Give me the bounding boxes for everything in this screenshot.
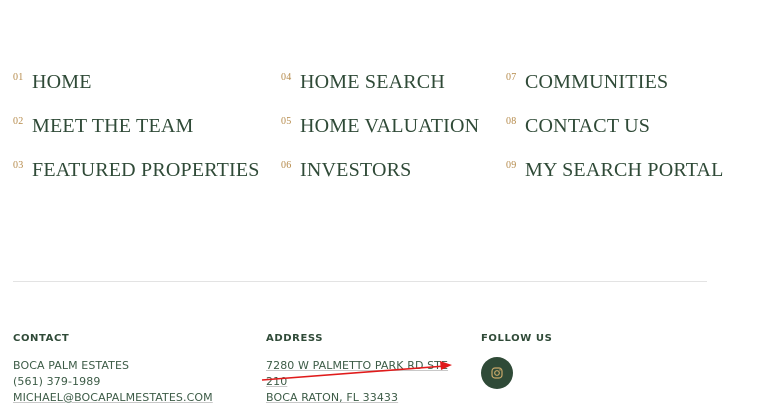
contact-email-link[interactable]: MICHAEL@BOCAPALMESTATES.COM [13,391,213,404]
nav-item-number: 08 [506,116,517,127]
footer-divider [13,281,707,282]
nav-item-label: COMMUNITIES [525,71,669,93]
nav-item-communities[interactable]: 07 COMMUNITIES [506,72,668,92]
nav-item-home-search[interactable]: 04 HOME SEARCH [281,72,445,92]
nav-item-number: 07 [506,72,517,83]
nav-item-investors[interactable]: 06 INVESTORS [281,160,411,180]
address-line-1[interactable]: 7280 W PALMETTO PARK RD STE [266,359,448,372]
nav-item-label: HOME VALUATION [300,115,480,137]
nav-item-label: HOME [32,71,92,93]
nav-item-label: MY SEARCH PORTAL [525,159,724,181]
follow-us-heading: FOLLOW US [481,333,553,344]
instagram-icon [491,367,503,379]
nav-item-number: 01 [13,72,24,83]
nav-item-label: MEET THE TEAM [32,115,194,137]
nav-item-home-valuation[interactable]: 05 HOME VALUATION [281,116,479,136]
contact-heading: CONTACT [13,333,70,344]
footer-navigation: 01 HOME 02 MEET THE TEAM 03 FEATURED PRO… [0,0,768,230]
address-line-2[interactable]: 210 [266,375,287,388]
nav-item-label: FEATURED PROPERTIES [32,159,260,181]
contact-phone-link[interactable]: (561) 379-1989 [13,375,100,388]
address-line-3[interactable]: BOCA RATON, FL 33433 [266,391,398,404]
address-heading: ADDRESS [266,333,324,344]
nav-item-meet-the-team[interactable]: 02 MEET THE TEAM [13,116,194,136]
nav-item-number: 06 [281,160,292,171]
nav-item-label: HOME SEARCH [300,71,445,93]
nav-item-label: CONTACT US [525,115,651,137]
nav-item-label: INVESTORS [300,159,412,181]
nav-item-number: 04 [281,72,292,83]
nav-item-number: 09 [506,160,517,171]
nav-item-number: 02 [13,116,24,127]
nav-item-number: 03 [13,160,24,171]
nav-item-my-search-portal[interactable]: 09 MY SEARCH PORTAL [506,160,724,180]
nav-item-featured-properties[interactable]: 03 FEATURED PROPERTIES [13,160,260,180]
instagram-button[interactable] [481,357,513,389]
nav-item-number: 05 [281,116,292,127]
contact-company: BOCA PALM ESTATES [13,359,130,372]
nav-item-contact-us[interactable]: 08 CONTACT US [506,116,650,136]
nav-item-home[interactable]: 01 HOME [13,72,92,92]
